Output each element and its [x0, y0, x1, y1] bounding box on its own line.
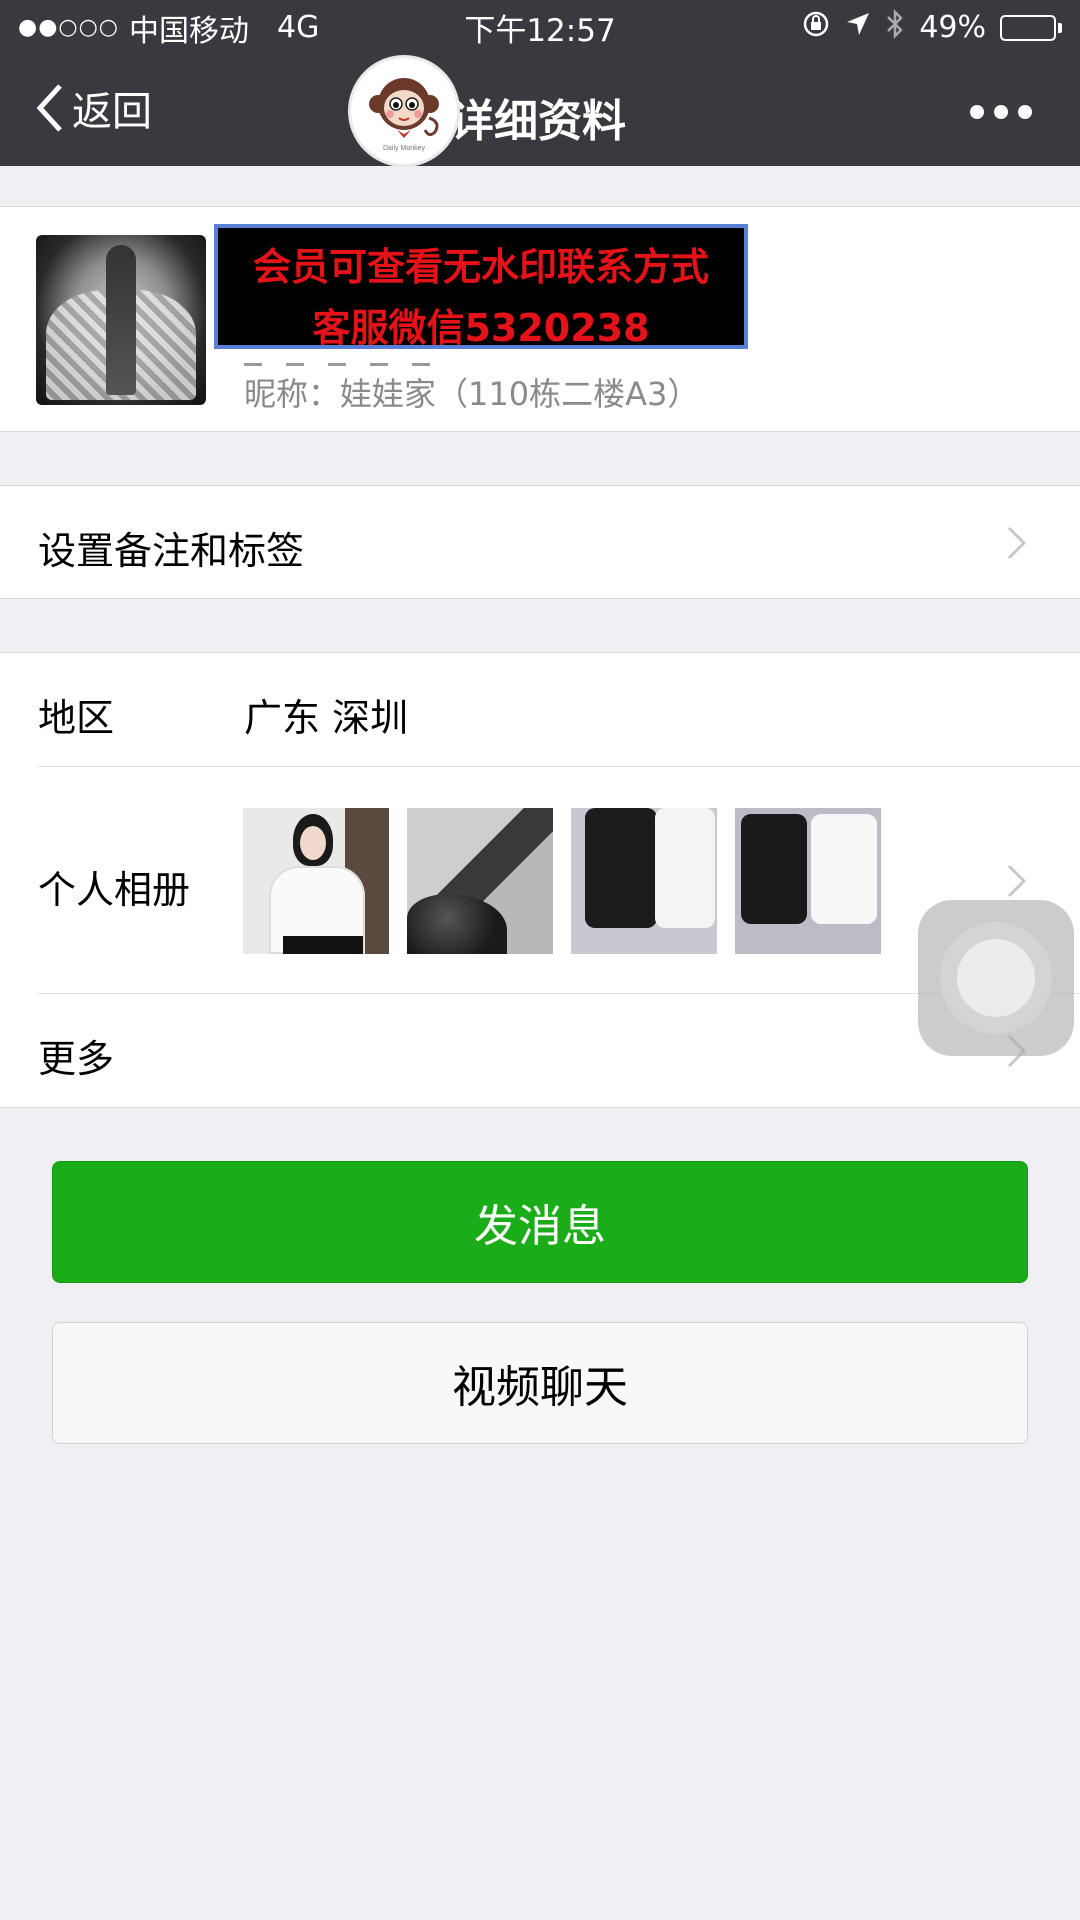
video-chat-button[interactable]: 视频聊天: [52, 1322, 1028, 1444]
chevron-left-icon: [36, 84, 62, 132]
album-label: 个人相册: [38, 868, 191, 912]
divider: [38, 766, 1080, 767]
rotation-lock-icon: [801, 9, 831, 47]
logo-caption: Daily Monkey: [383, 145, 426, 152]
carrier-name: 中国移动: [128, 13, 249, 49]
send-message-button[interactable]: 发消息: [52, 1161, 1028, 1283]
dot-icon: [994, 105, 1008, 119]
status-left: ●●○○○ 中国移动 4G: [18, 6, 319, 50]
profile-card[interactable]: 会员可查看无水印联系方式 客服微信5320238 昵称：娃娃家（110栋二楼A3…: [0, 206, 1080, 432]
network-type: 4G: [276, 10, 320, 45]
more-label: 更多: [38, 1037, 115, 1081]
status-right: 49%: [801, 8, 1062, 48]
chevron-right-icon: [1006, 525, 1028, 561]
page-title: 详细资料: [450, 96, 626, 147]
assistive-touch-button[interactable]: [918, 900, 1074, 1056]
profile-screen: ●●○○○ 中国移动 4G 下午12:57 49% 返回 详细资料 Daily …: [0, 0, 1080, 1920]
watermark-line-2: 客服微信5320238: [312, 306, 650, 350]
more-options-button[interactable]: [970, 105, 1032, 119]
location-icon: [845, 10, 871, 45]
battery-percent: 49%: [919, 10, 986, 45]
watermark-banner: 会员可查看无水印联系方式 客服微信5320238: [214, 224, 748, 350]
nickname: 昵称：娃娃家（110栋二楼A3）: [244, 375, 700, 413]
back-label: 返回: [72, 89, 152, 135]
album-photos: [243, 808, 881, 954]
signal-strength-icon: ●●○○○: [18, 15, 119, 40]
bluetooth-icon: [885, 8, 905, 48]
region-value: 广东 深圳: [244, 696, 409, 740]
region-label: 地区: [38, 696, 115, 740]
remark-label: 设置备注和标签: [38, 529, 305, 573]
album-photo: [735, 808, 881, 954]
dot-icon: [1018, 105, 1032, 119]
avatar[interactable]: [36, 235, 206, 405]
chevron-right-icon: [1006, 863, 1028, 899]
album-photo: [243, 808, 389, 954]
monkey-icon: Daily Monkey: [369, 78, 439, 152]
status-bar: ●●○○○ 中国移动 4G 下午12:57 49%: [0, 0, 1080, 55]
battery-icon: [1000, 14, 1062, 41]
watermark-line-1: 会员可查看无水印联系方式: [252, 245, 709, 289]
set-remark-tags-row[interactable]: 设置备注和标签: [0, 485, 1080, 599]
album-photo: [571, 808, 717, 954]
dot-icon: [970, 105, 984, 119]
obscured-text: [244, 352, 474, 366]
album-photo: [407, 808, 553, 954]
navigation-bar: 返回 详细资料 Daily Monkey: [0, 55, 1080, 167]
back-button[interactable]: 返回: [34, 79, 152, 137]
info-group: 地区 广东 深圳 个人相册 更多: [0, 652, 1080, 1108]
monkey-logo: Daily Monkey: [348, 55, 460, 167]
